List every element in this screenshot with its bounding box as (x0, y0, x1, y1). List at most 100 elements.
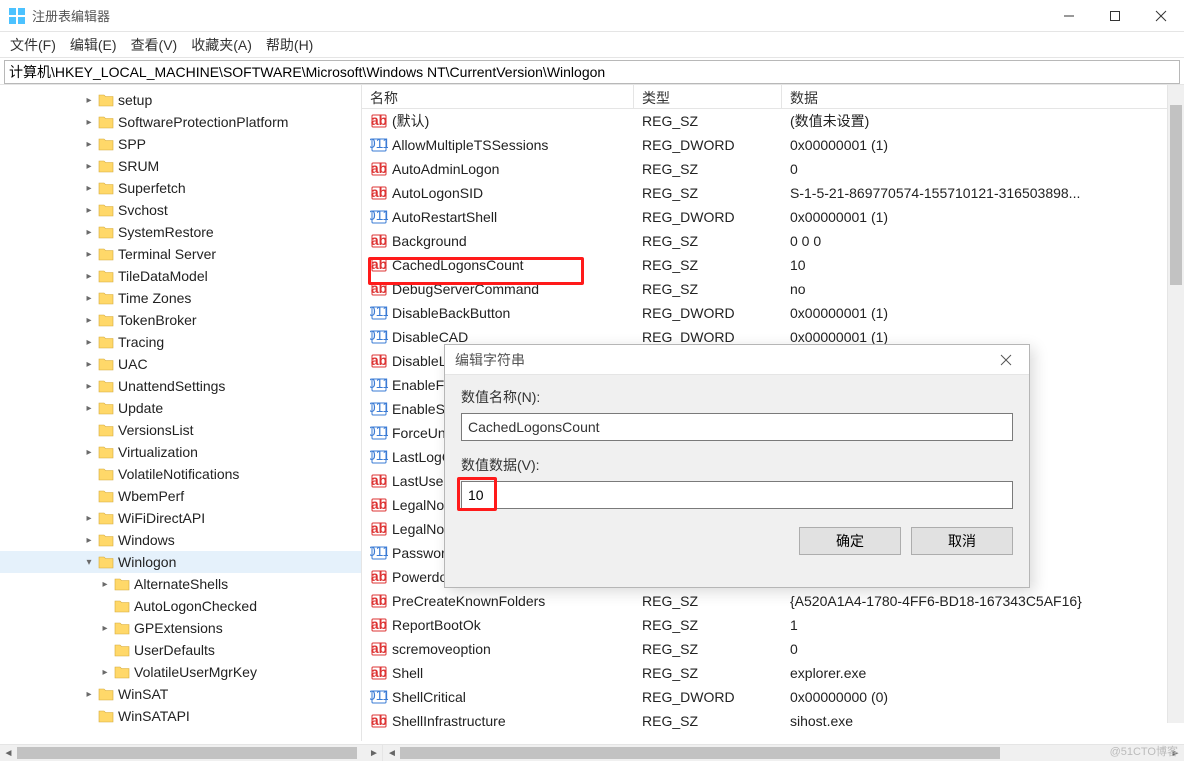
scroll-left-icon-2[interactable]: ◄ (383, 745, 400, 762)
value-row[interactable]: 011DisableBackButtonREG_DWORD0x00000001 … (362, 301, 1184, 325)
expand-icon[interactable]: ▸ (82, 535, 96, 546)
scrollbar-horizontal[interactable]: ◄ ► ◄ ► (0, 744, 1184, 761)
expand-icon[interactable]: ▸ (82, 249, 96, 260)
expand-icon[interactable]: ▸ (82, 95, 96, 106)
value-row[interactable]: abPreCreateKnownFoldersREG_SZ{A520A1A4-1… (362, 589, 1184, 613)
value-row[interactable]: abShellInfrastructureREG_SZsihost.exe (362, 709, 1184, 733)
tree-item[interactable]: ▾Winlogon (0, 551, 361, 573)
scroll-thumb-h2[interactable] (400, 747, 1000, 759)
tree-item[interactable]: ▸TokenBroker (0, 309, 361, 331)
svg-text:011: 011 (370, 376, 388, 391)
value-name-input[interactable] (461, 413, 1013, 441)
minimize-button[interactable] (1046, 0, 1092, 32)
tree-item[interactable]: ▸SRUM (0, 155, 361, 177)
dialog-close-button[interactable] (983, 345, 1029, 375)
value-data-input[interactable] (461, 481, 1013, 509)
scroll-left-icon[interactable]: ◄ (0, 745, 17, 762)
col-data[interactable]: 数据 (782, 85, 1184, 108)
tree-item[interactable]: AutoLogonChecked (0, 595, 361, 617)
value-row[interactable]: abBackgroundREG_SZ0 0 0 (362, 229, 1184, 253)
tree-item[interactable]: ▸WiFiDirectAPI (0, 507, 361, 529)
tree-item[interactable]: ▸SoftwareProtectionPlatform (0, 111, 361, 133)
tree-item[interactable]: ▸Time Zones (0, 287, 361, 309)
scrollbar-vertical[interactable] (1167, 85, 1184, 723)
value-data: 0x00000001 (1) (782, 305, 1184, 321)
expand-icon[interactable]: ▸ (98, 579, 112, 590)
tree-item[interactable]: ▸Update (0, 397, 361, 419)
tree-item[interactable]: ▸SystemRestore (0, 221, 361, 243)
value-row[interactable]: 011AutoRestartShellREG_DWORD0x00000001 (… (362, 205, 1184, 229)
value-data-label: 数值数据(V): (461, 455, 1013, 475)
expand-icon[interactable]: ▸ (82, 227, 96, 238)
value-row[interactable]: abAutoLogonSIDREG_SZS-1-5-21-869770574-1… (362, 181, 1184, 205)
value-row[interactable]: 011AllowMultipleTSSessionsREG_DWORD0x000… (362, 133, 1184, 157)
expand-icon[interactable]: ▸ (98, 667, 112, 678)
value-row[interactable]: abReportBootOkREG_SZ1 (362, 613, 1184, 637)
expand-icon[interactable]: ▸ (82, 381, 96, 392)
menu-view[interactable]: 查看(V) (131, 35, 178, 55)
value-row[interactable]: abShellREG_SZexplorer.exe (362, 661, 1184, 685)
tree-item[interactable]: ▸SPP (0, 133, 361, 155)
tree-item[interactable]: ▸setup (0, 89, 361, 111)
value-row[interactable]: abCachedLogonsCountREG_SZ10 (362, 253, 1184, 277)
tree-item[interactable]: ▸Terminal Server (0, 243, 361, 265)
expand-icon[interactable]: ▾ (82, 557, 96, 568)
scroll-thumb-v[interactable] (1170, 105, 1182, 285)
tree-item[interactable]: ▸TileDataModel (0, 265, 361, 287)
expand-icon[interactable]: ▸ (82, 447, 96, 458)
expand-icon[interactable]: ▸ (82, 689, 96, 700)
dialog-title-bar[interactable]: 编辑字符串 (445, 345, 1029, 375)
tree-item[interactable]: UserDefaults (0, 639, 361, 661)
tree-item[interactable]: ▸Superfetch (0, 177, 361, 199)
tree-item[interactable]: ▸Virtualization (0, 441, 361, 463)
expand-icon[interactable]: ▸ (98, 623, 112, 634)
ok-button[interactable]: 确定 (799, 527, 901, 555)
tree-item[interactable]: ▸Windows (0, 529, 361, 551)
expand-icon[interactable]: ▸ (82, 117, 96, 128)
value-row[interactable]: 011ShellCriticalREG_DWORD0x00000000 (0) (362, 685, 1184, 709)
expand-icon[interactable]: ▸ (82, 139, 96, 150)
tree-item[interactable]: ▸Svchost (0, 199, 361, 221)
menu-file[interactable]: 文件(F) (10, 35, 56, 55)
scroll-thumb-h1[interactable] (17, 747, 357, 759)
maximize-button[interactable] (1092, 0, 1138, 32)
expand-icon[interactable]: ▸ (82, 337, 96, 348)
cancel-button[interactable]: 取消 (911, 527, 1013, 555)
col-type[interactable]: 类型 (634, 85, 782, 108)
tree-item[interactable]: ▸UnattendSettings (0, 375, 361, 397)
address-input[interactable] (9, 64, 1175, 80)
col-name[interactable]: 名称 (362, 85, 634, 108)
expand-icon[interactable]: ▸ (82, 403, 96, 414)
expand-icon[interactable]: ▸ (82, 293, 96, 304)
expand-icon[interactable]: ▸ (82, 271, 96, 282)
tree-item[interactable]: VolatileNotifications (0, 463, 361, 485)
expand-icon[interactable]: ▸ (82, 315, 96, 326)
close-button[interactable] (1138, 0, 1184, 32)
scroll-right-icon[interactable]: ► (365, 745, 382, 762)
folder-icon (98, 467, 114, 481)
tree-item[interactable]: ▸VolatileUserMgrKey (0, 661, 361, 683)
tree-item[interactable]: ▸Tracing (0, 331, 361, 353)
expand-icon[interactable]: ▸ (82, 205, 96, 216)
tree-item[interactable]: WinSATAPI (0, 705, 361, 727)
menu-favorites[interactable]: 收藏夹(A) (191, 35, 252, 55)
value-row[interactable]: abscremoveoptionREG_SZ0 (362, 637, 1184, 661)
value-type: REG_SZ (634, 233, 782, 249)
tree-item[interactable]: ▸AlternateShells (0, 573, 361, 595)
menu-help[interactable]: 帮助(H) (266, 35, 313, 55)
value-row[interactable]: abDebugServerCommandREG_SZno (362, 277, 1184, 301)
value-name: CachedLogonsCount (392, 257, 524, 273)
registry-tree[interactable]: ▸setup▸SoftwareProtectionPlatform▸SPP▸SR… (0, 85, 362, 741)
tree-item[interactable]: VersionsList (0, 419, 361, 441)
tree-item[interactable]: WbemPerf (0, 485, 361, 507)
value-row[interactable]: abAutoAdminLogonREG_SZ0 (362, 157, 1184, 181)
value-row[interactable]: ab(默认)REG_SZ(数值未设置) (362, 109, 1184, 133)
tree-item[interactable]: ▸GPExtensions (0, 617, 361, 639)
expand-icon[interactable]: ▸ (82, 513, 96, 524)
tree-item[interactable]: ▸WinSAT (0, 683, 361, 705)
tree-item[interactable]: ▸UAC (0, 353, 361, 375)
expand-icon[interactable]: ▸ (82, 161, 96, 172)
expand-icon[interactable]: ▸ (82, 359, 96, 370)
menu-edit[interactable]: 编辑(E) (70, 35, 117, 55)
expand-icon[interactable]: ▸ (82, 183, 96, 194)
